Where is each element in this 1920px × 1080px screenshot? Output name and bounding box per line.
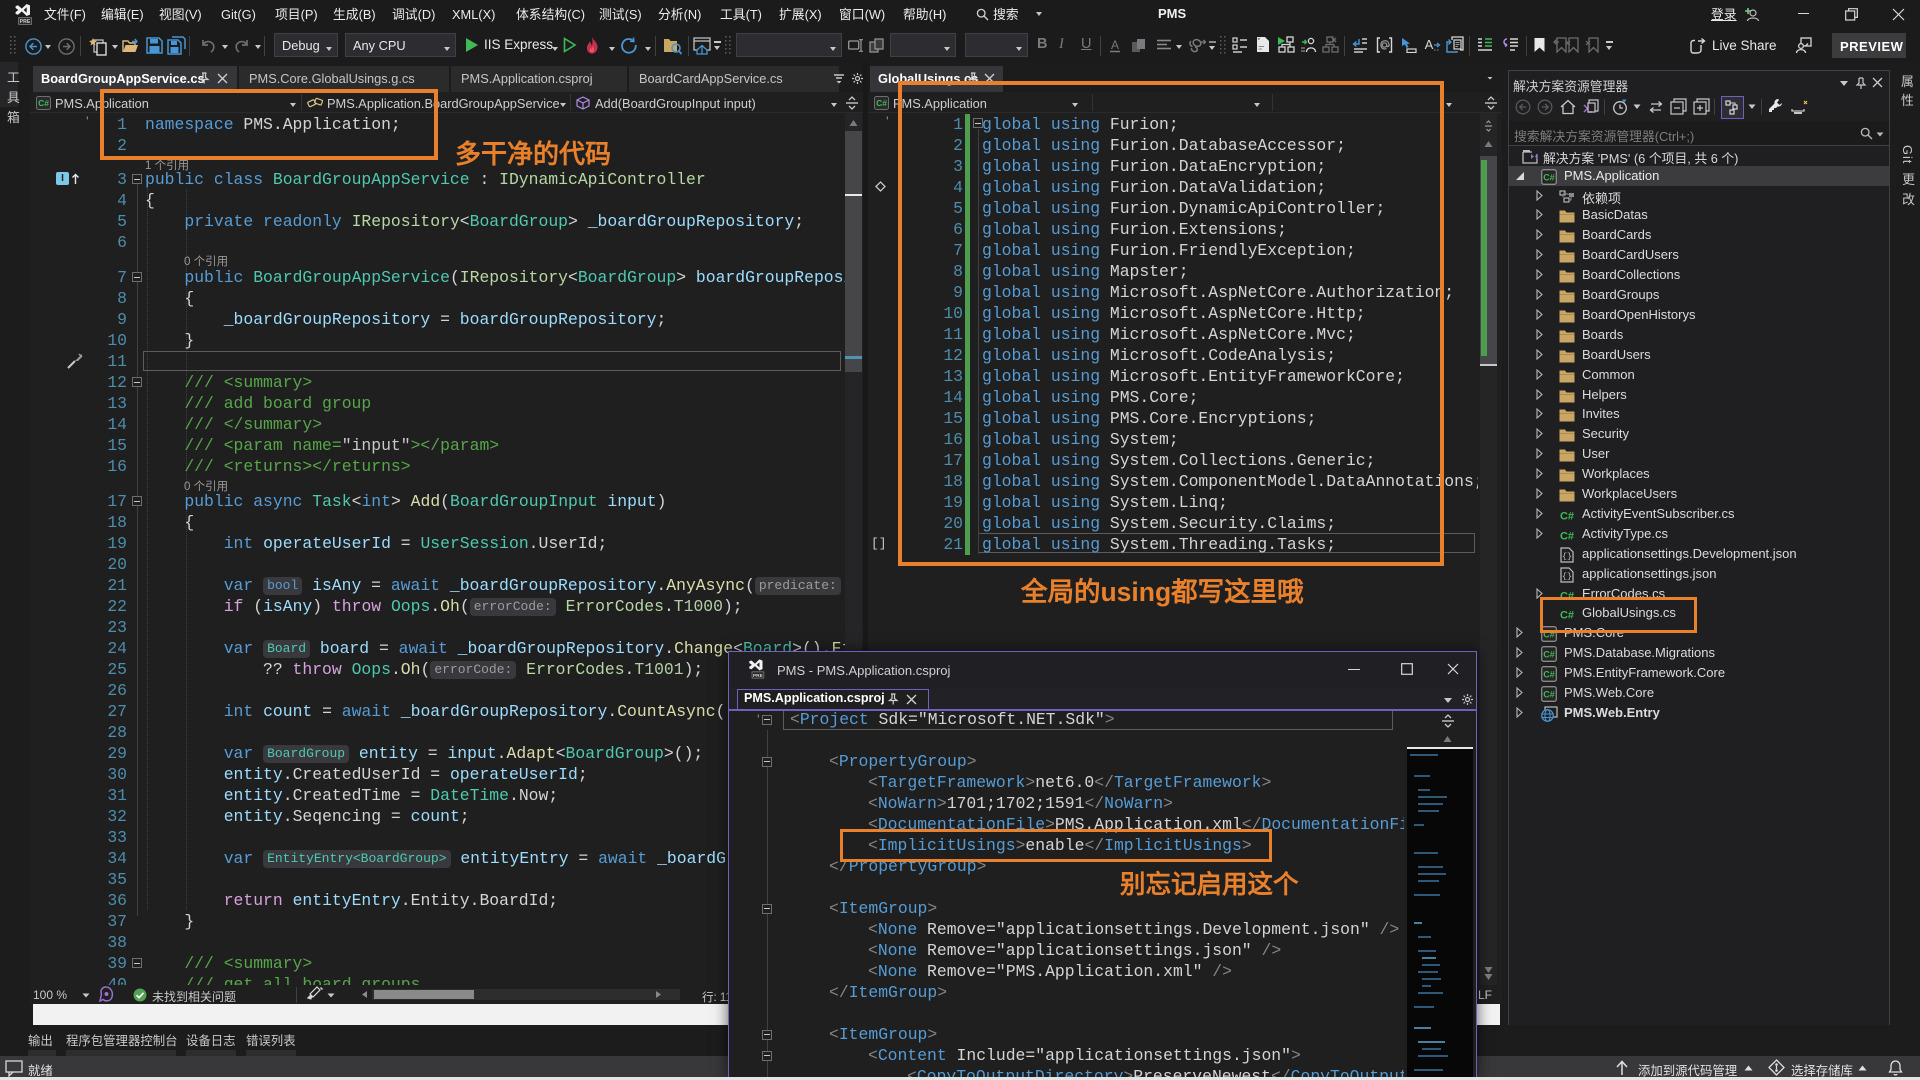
svg-text:C#: C#	[1543, 172, 1555, 182]
svg-text:{}: {}	[1562, 571, 1572, 581]
svg-text:A: A	[1425, 37, 1434, 52]
svg-text:C#: C#	[1543, 650, 1555, 660]
svg-text:C#: C#	[1543, 690, 1555, 700]
svg-text:C#: C#	[1543, 670, 1555, 680]
svg-text:PRE: PRE	[20, 19, 31, 25]
svg-text:PRE: PRE	[753, 673, 763, 679]
svg-text:A: A	[1111, 38, 1119, 52]
svg-text:{}: {}	[1562, 551, 1572, 561]
svg-text:C#: C#	[1560, 510, 1574, 522]
svg-text:C#: C#	[876, 98, 887, 108]
svg-text:C#: C#	[1560, 530, 1574, 542]
svg-text:C#: C#	[38, 98, 49, 108]
